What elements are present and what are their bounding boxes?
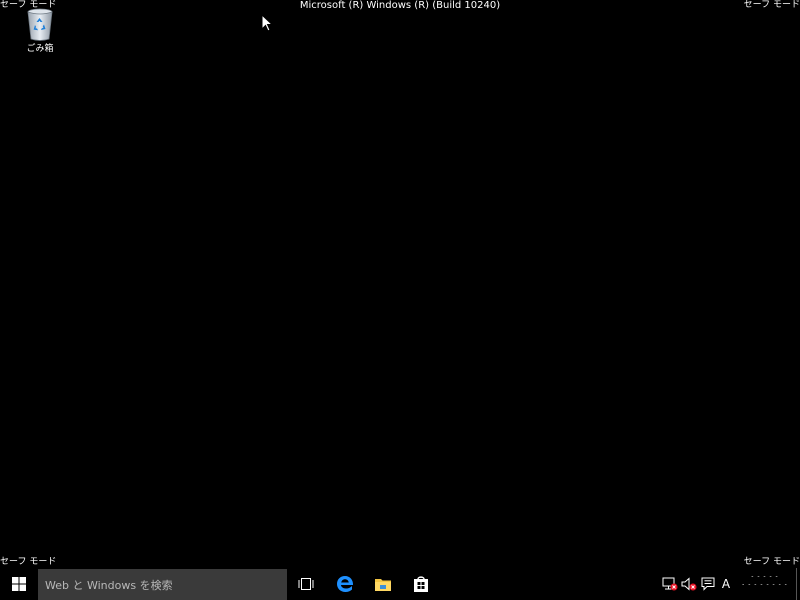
start-button[interactable] (0, 568, 37, 600)
safe-mode-label-top-right: セーフ モード (743, 0, 800, 10)
task-view-button[interactable] (287, 568, 325, 600)
store-icon (414, 576, 428, 592)
recycle-bin-icon (27, 8, 53, 41)
desktop-icon-label: ごみ箱 (26, 44, 54, 54)
safe-mode-label-bottom-right: セーフ モード (743, 557, 800, 567)
ime-mode-indicator[interactable]: A (719, 576, 733, 592)
file-explorer-icon (375, 579, 391, 591)
clock-time: - - - - - (751, 573, 779, 580)
safe-mode-label-bottom-left: セーフ モード (0, 557, 57, 567)
mouse-cursor-icon (261, 14, 273, 32)
task-view-icon (298, 578, 314, 590)
volume-button[interactable] (681, 576, 697, 592)
build-label: Microsoft (R) Windows (R) (Build 10240) (299, 0, 501, 11)
desktop: セーフ モード Microsoft (R) Windows (R) (Build… (0, 0, 800, 600)
network-status-button[interactable] (662, 576, 678, 592)
action-center-button[interactable] (700, 576, 716, 592)
edge-button[interactable] (326, 568, 364, 600)
store-button[interactable] (402, 568, 440, 600)
clock-date: - - - - - - - - (742, 581, 788, 588)
search-placeholder: Web と Windows を検索 (45, 578, 173, 592)
taskbar: Web と Windows を検索 A - - - - - - - - - - … (0, 568, 800, 600)
desktop-icon-recycle-bin[interactable]: ごみ箱 (18, 8, 62, 54)
search-input[interactable]: Web と Windows を検索 (38, 569, 287, 600)
windows-logo-icon (11, 577, 26, 591)
edge-icon (337, 576, 354, 592)
clock[interactable]: - - - - - - - - - - - - - (740, 573, 790, 597)
volume-muted-icon (681, 577, 697, 591)
action-center-icon (701, 577, 715, 591)
network-error-icon (662, 577, 678, 591)
file-explorer-button[interactable] (364, 568, 402, 600)
show-desktop-button[interactable] (796, 568, 800, 600)
